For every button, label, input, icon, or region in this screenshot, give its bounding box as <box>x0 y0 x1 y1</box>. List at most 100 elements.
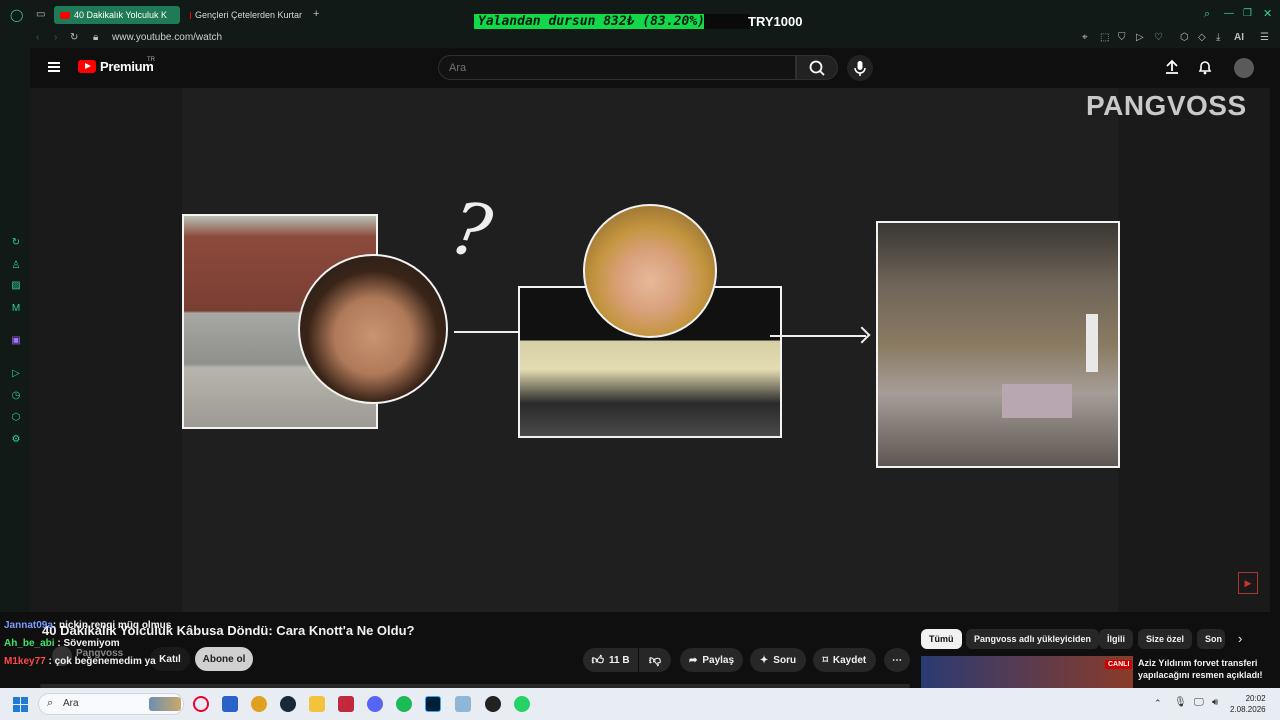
heart-icon[interactable]: ♡ <box>1154 32 1163 43</box>
microphone-tray-icon[interactable]: 🎙︎ <box>1174 697 1187 708</box>
chat-text: çok beğenemedim ya <box>54 656 156 667</box>
region-code: TR <box>147 57 155 63</box>
bookmark-icon: ⌑ <box>822 654 828 666</box>
save-button[interactable]: ⌑ Kaydet <box>813 648 876 672</box>
network-taskbar-icon[interactable] <box>455 696 471 712</box>
subscribe-button[interactable]: Abone ol <box>195 647 253 671</box>
menu-icon[interactable]: ☰ <box>1260 32 1269 43</box>
settings-icon[interactable]: ⚙ <box>10 434 22 446</box>
voice-search-button[interactable] <box>847 55 873 81</box>
thumbs-down-icon: 👎︎ <box>648 652 662 667</box>
youtube-icon <box>190 11 191 19</box>
volume-tray-icon[interactable]: 🔊︎ <box>1212 697 1218 708</box>
whatsapp-taskbar-icon[interactable] <box>514 696 530 712</box>
microphone-icon <box>854 61 866 76</box>
game-taskbar-icon[interactable] <box>251 696 267 712</box>
pin-icon[interactable]: ⌖ <box>1082 32 1088 43</box>
photoshop-taskbar-icon[interactable] <box>425 696 441 712</box>
download-icon[interactable]: ⤓ <box>1216 32 1220 43</box>
search-icon[interactable]: ⌕ <box>1204 8 1210 21</box>
youtube-logo-text[interactable]: Premium <box>100 59 154 74</box>
blurred-region <box>1002 384 1072 418</box>
join-button[interactable]: Katıl <box>150 647 190 671</box>
back-icon[interactable]: ‹ <box>36 32 39 43</box>
player-icon[interactable]: ▷ <box>10 368 22 380</box>
search-icon: ⌕ <box>47 697 54 709</box>
cube-icon[interactable]: ◇ <box>1198 32 1206 43</box>
twitch-icon[interactable]: ▣ <box>10 335 22 347</box>
dislike-button[interactable]: 👎︎ <box>639 648 671 672</box>
search-button[interactable] <box>796 55 838 80</box>
spotify-taskbar-icon[interactable] <box>396 696 412 712</box>
recommended-thumbnail[interactable]: CANLI <box>921 656 1133 688</box>
save-label: Kaydet <box>832 654 867 666</box>
more-actions-button[interactable]: ⋯ <box>884 648 910 672</box>
opera-taskbar-icon[interactable] <box>193 696 209 712</box>
chat-message: Jannat09a: nickin rengi müq olmus <box>4 620 171 631</box>
notifications-bell-icon[interactable] <box>1197 59 1213 75</box>
opera-logo-icon[interactable]: ◯ <box>10 8 23 22</box>
recommended-title-line2[interactable]: yapılacağını resmen açıkladı! <box>1138 670 1263 680</box>
browser-sidebar: ↻ ♙ ▨ M ▣ ▷ ◷ ⬡ ⚙ … <box>0 48 30 689</box>
search-highlight-image <box>149 697 181 711</box>
network-tray-icon[interactable]: 🖵︎ <box>1194 697 1204 708</box>
obs-taskbar-icon[interactable] <box>485 696 501 712</box>
extensions-icon[interactable]: ⬡ <box>1180 32 1189 43</box>
new-tab-button[interactable]: + <box>313 8 319 20</box>
tab-inactive[interactable]: Gençleri Çetelerden Kurtar <box>184 6 308 24</box>
chip-related[interactable]: İlgili <box>1099 629 1133 649</box>
chip-all[interactable]: Tümü <box>921 629 962 649</box>
like-count: 11 B <box>608 654 630 666</box>
windows-start-icon[interactable] <box>13 697 29 713</box>
upload-icon[interactable] <box>1164 59 1180 75</box>
play-icon[interactable]: ▷ <box>1136 32 1144 43</box>
video-info-section: 40 Dakikalık Yolculuk Kâbusa Döndü: Cara… <box>0 612 1280 688</box>
app-taskbar-icon[interactable] <box>338 696 354 712</box>
maximize-icon[interactable]: ❐ <box>1243 8 1252 19</box>
hamburger-menu-icon[interactable] <box>48 62 60 72</box>
forward-icon[interactable]: › <box>54 32 57 43</box>
recommended-title[interactable]: Aziz Yıldırım forvet transferi <box>1138 658 1257 668</box>
ai-button[interactable]: AI <box>1234 32 1244 43</box>
sparkle-icon: ✦ <box>759 654 769 666</box>
taskbar-clock[interactable]: 20:02 2.08.2026 <box>1230 693 1266 715</box>
discord-taskbar-icon[interactable] <box>367 696 383 712</box>
url-field[interactable]: www.youtube.com/watch <box>112 32 222 43</box>
store-taskbar-icon[interactable] <box>222 696 238 712</box>
steam-taskbar-icon[interactable] <box>280 696 296 712</box>
chip-for-you[interactable]: Size özel <box>1138 629 1193 649</box>
extensions-icon[interactable]: ⬡ <box>10 412 22 424</box>
chat-message: M1key77 : çok beğenemedim ya <box>4 656 156 667</box>
close-icon[interactable]: ✕ <box>1263 7 1272 20</box>
share-button[interactable]: ➦ Paylaş <box>680 648 743 672</box>
like-button[interactable]: 👍︎ 11 B <box>583 648 638 672</box>
tray-chevron-icon[interactable]: ⌃ <box>1154 698 1162 709</box>
chip-from-uploader[interactable]: Pangvoss adlı yükleyiciden <box>966 629 1100 649</box>
tab-list-icon[interactable]: ▭ <box>36 9 45 20</box>
ask-button[interactable]: ✦ Soru <box>750 648 806 672</box>
snapshot-icon[interactable]: ⬚ <box>1100 32 1109 43</box>
chip-recent[interactable]: Son <box>1197 629 1225 649</box>
search-input[interactable] <box>438 55 796 80</box>
officer-figure <box>1086 314 1098 372</box>
avatar[interactable] <box>1234 58 1254 78</box>
video-player[interactable]: PANGVOSS ? ▶ <box>30 88 1270 612</box>
youtube-logo-icon[interactable] <box>78 60 96 73</box>
tab-active[interactable]: 40 Dakikalık Yolculuk K <box>54 6 180 24</box>
taskbar-search[interactable]: ⌕ Ara <box>38 693 184 715</box>
history-icon[interactable]: ◷ <box>10 390 22 402</box>
channel-watermark: PANGVOSS <box>1086 90 1247 121</box>
chevron-right-icon[interactable]: › <box>1238 631 1242 646</box>
reload-icon[interactable]: ↻ <box>70 32 78 43</box>
channel-branding-icon[interactable]: ▶ <box>1238 572 1258 594</box>
shield-icon[interactable]: ⛉ <box>1118 32 1126 43</box>
messenger-icon[interactable]: M <box>10 303 22 315</box>
chat-message: Ah_be_abi : Sövemiyom <box>4 638 120 649</box>
robot-icon[interactable]: ♙ <box>10 260 22 272</box>
speed-dial-icon[interactable]: ↻ <box>10 237 22 249</box>
file-explorer-icon[interactable] <box>309 696 325 712</box>
video-frame: PANGVOSS ? <box>182 88 1246 612</box>
man-portrait <box>298 254 448 404</box>
notes-icon[interactable]: ▨ <box>10 280 22 292</box>
minimize-icon[interactable]: — <box>1224 8 1234 19</box>
